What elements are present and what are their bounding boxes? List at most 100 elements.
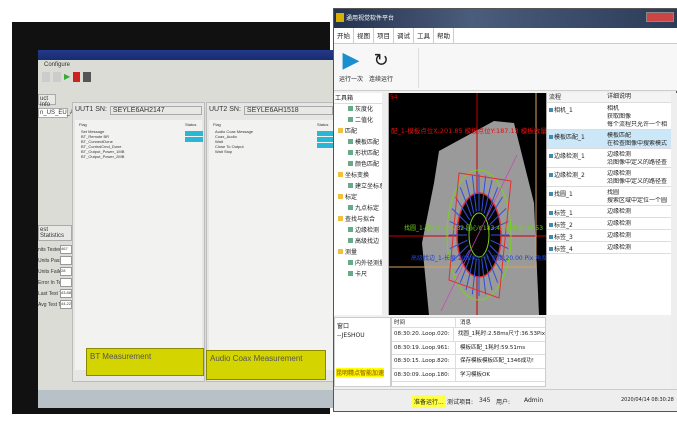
image-view[interactable]: 54 配_1-模板点位X:201.85 模板点位Y:187.13 模板数量 找圆… — [389, 93, 547, 315]
flow-name: 标签_2 — [547, 220, 607, 229]
run-once-button[interactable]: ▶ 运行一次 — [338, 48, 364, 83]
flow-name-label: 模板匹配_1 — [554, 134, 585, 141]
flow-row[interactable]: 边缘检测_2 边缘检测 沿图像中定义的路径查 — [547, 168, 671, 187]
menu-tab[interactable]: 帮助 — [434, 28, 454, 44]
flow-row[interactable]: 模板匹配_1 模板匹配 在检查图像中搜索模式 — [547, 130, 671, 149]
toolbox-item[interactable]: 查找与拟合 — [334, 214, 388, 225]
uut1-sn: SEYLE6AH2147 — [109, 106, 202, 115]
tool-icon — [348, 106, 353, 111]
overlay-template: 配_1-模板点位X:201.85 模板点位Y:187.13 模板数量 — [391, 126, 546, 135]
window-controls[interactable] — [646, 12, 674, 22]
log-row[interactable]: 08:30:09..Loop.180: 学习模板OK — [392, 368, 545, 382]
stat-row: Units Passed: — [38, 255, 72, 266]
run-state: 准备运行... — [412, 395, 446, 408]
test-item[interactable]: Wait Stop — [215, 149, 253, 154]
flow-desc-line: 边缘检测 — [607, 170, 632, 177]
toolbox-item[interactable]: 模板匹配 — [334, 137, 388, 148]
monitor-bezel: Configure ▶ uct Info n_US_EU_AP UUT1 SN:… — [12, 22, 336, 414]
user-value: Admin — [524, 397, 544, 404]
window-title: 通用视觉软件平台 — [346, 15, 395, 22]
user-label: 用户: — [496, 399, 511, 406]
flow-desc-line: 边缘检测 — [607, 208, 632, 215]
flow-row[interactable]: 找圆_1 找圆 搜索区域中定位一个圆 — [547, 187, 671, 206]
tool-icon — [348, 227, 353, 232]
step-icon — [549, 173, 553, 177]
toolbox-item[interactable]: 高级找边 — [334, 236, 388, 247]
product-field[interactable]: n_US_EU_AP — [38, 108, 78, 118]
toolbox-item[interactable]: 颜色匹配 — [334, 159, 388, 170]
stat-value — [60, 256, 72, 265]
step-icon — [549, 223, 553, 227]
flow-desc: 边缘检测 — [607, 208, 671, 217]
toolbox-item-label: 颜色匹配 — [355, 161, 380, 168]
menu-configure[interactable]: Configure — [44, 62, 70, 68]
overlay-circle: 找圆_1-圆心X:201.32 圆心Y:183.45 圆半径:39.53 — [404, 224, 543, 232]
flow-desc-line: 相机 — [607, 105, 620, 112]
toolbox-item[interactable]: 卡尺 — [334, 269, 388, 280]
flow-row[interactable]: 标签_4 边缘检测 — [547, 242, 671, 254]
flow-row[interactable]: 边缘检测_1 边缘检测 沿图像中定义的路径查 — [547, 149, 671, 168]
stop-icon[interactable] — [73, 72, 80, 82]
log-row[interactable]: 08:30:19..Loop.961: 模板匹配_1耗时:59.51ms — [392, 341, 545, 355]
flow-desc: 相机 获取图像 每个流程只允许一个相 — [607, 105, 671, 129]
stat-value: 44.22 — [60, 300, 72, 309]
window-panel: 窗口 --JESHOU 昆明精点智能加速 — [334, 317, 391, 387]
col-status: Status — [317, 122, 329, 127]
toolbox-item-label: 形状匹配 — [355, 150, 380, 157]
log-table: 时间 消息 08:30:20..Loop.020: 找圆_1耗时:2.58ms尺寸:… — [391, 317, 546, 387]
menu-tab[interactable]: 工具 — [414, 28, 434, 44]
menu-tab[interactable]: 开始 — [334, 28, 354, 44]
tool-icon[interactable] — [42, 72, 50, 82]
flow-row[interactable]: 相机_1 相机 获取图像 每个流程只允许一个相 — [547, 103, 671, 130]
tool-icon — [348, 117, 353, 122]
toolbox-item[interactable]: 形状匹配 — [334, 148, 388, 159]
flow-name-label: 标签_4 — [554, 246, 573, 253]
log-message: 学习模板OK — [460, 371, 490, 378]
toolbox-item[interactable]: 测量 — [334, 247, 388, 258]
menu-tab[interactable]: 视图 — [354, 28, 374, 44]
flow-row[interactable]: 标签_2 边缘检测 — [547, 218, 671, 230]
toolbox-item[interactable]: 灰度化 — [334, 104, 388, 115]
toolbox-scrollbar[interactable] — [382, 93, 388, 315]
toolbox-item[interactable]: 边缘检测 — [334, 225, 388, 236]
log-row[interactable]: 08:30:20..Loop.020: 找圆_1耗时:2.58ms尺寸:36.53… — [392, 328, 545, 342]
stat-label: Units Passed: — [38, 257, 60, 264]
toolbox-item[interactable]: 坐标变换 — [334, 170, 388, 181]
test-item[interactable]: BT_Output_Power_2MB — [81, 154, 124, 159]
stat-value: 43.88 — [60, 289, 72, 298]
flow-list: 流程 详细说明 相机_1 相机 获取图像 每个流程只允许一个相 模板匹配_1 模板匹配 在检查… — [546, 93, 671, 315]
toolbox-item[interactable]: 建立坐标系 — [334, 181, 388, 192]
flow-name: 标签_4 — [547, 244, 607, 253]
continuous-run-button[interactable]: ↻ 连续运行 — [368, 48, 394, 83]
flow-row[interactable]: 标签_1 边缘检测 — [547, 206, 671, 218]
toolbox-item-label: 测量 — [345, 249, 358, 256]
menu-tab[interactable]: 调试 — [394, 28, 414, 44]
log-row[interactable]: 08:30:15..Loop.820: 保存模板模板匹配_1346成功! — [392, 355, 545, 369]
toolbox-item[interactable]: 内外径测量 — [334, 258, 388, 269]
status-pass — [185, 131, 203, 136]
tool-icon — [348, 183, 353, 188]
uut2-sn: SEYLE6AH1518 — [243, 106, 333, 115]
folder-icon — [338, 194, 343, 199]
tool-icon[interactable] — [53, 72, 61, 82]
col-time: 时间 — [392, 318, 456, 327]
run-once-label: 运行一次 — [338, 76, 363, 83]
flow-scrollbar[interactable] — [671, 93, 677, 393]
toolbox-item[interactable]: 匹配 — [334, 126, 388, 137]
step-icon — [549, 108, 553, 112]
toolbox-item[interactable]: 九点标定 — [334, 203, 388, 214]
flow-row[interactable]: 标签_3 边缘检测 — [547, 230, 671, 242]
step-icon — [549, 135, 553, 139]
flow-desc-line: 每个流程只允许一个相 — [607, 121, 668, 128]
flow-desc-line: 找圆 — [607, 189, 620, 196]
app-icon — [336, 13, 344, 22]
tab-product-info[interactable]: uct Info — [38, 94, 56, 108]
menu-tab[interactable]: 项目 — [374, 28, 394, 44]
toolbox-item[interactable]: 标定 — [334, 192, 388, 203]
toolbox-item-label: 二值化 — [355, 117, 374, 124]
toolbox-item[interactable]: 二值化 — [334, 115, 388, 126]
toolbox-item-label: 九点标定 — [355, 205, 380, 212]
run-icon[interactable]: ▶ — [64, 72, 70, 82]
dropdown-icon[interactable] — [83, 72, 91, 82]
toolbox-item-label: 查找与拟合 — [345, 216, 376, 223]
